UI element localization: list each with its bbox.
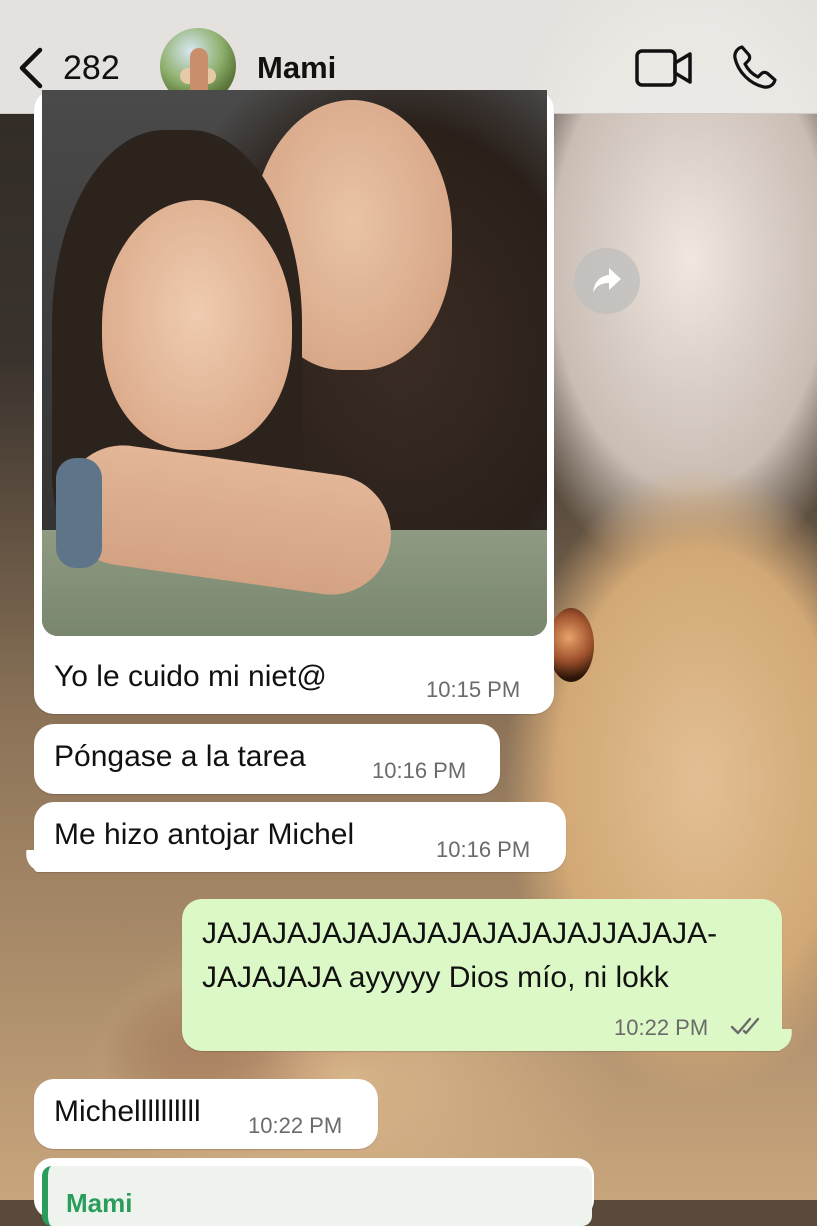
bubble-tail [24,850,46,872]
message-bubble[interactable]: Póngase a la tarea 10:16 PM [34,724,500,794]
message-text: Michellllllllll [54,1095,201,1128]
video-camera-icon [635,49,692,87]
message-caption: Yo le cuido mi niet@ [54,660,327,693]
message-time: 10:22 PM [614,1015,709,1040]
photo-face-girl [102,200,292,450]
forward-arrow-icon [593,268,621,293]
forward-button[interactable] [574,248,640,314]
message-text-line-1: JAJAJAJAJAJAJAJAJAJAJAJJAJAJA- [202,917,718,950]
wallpaper-dog-eye [548,608,594,682]
message-text: Me hizo antojar Michel [54,818,355,851]
message-time: 10:16 PM [436,837,531,862]
unread-count[interactable]: 282 [63,49,120,88]
video-call-button[interactable] [634,46,694,90]
double-check-icon [730,1017,760,1035]
chevron-left-icon [19,47,43,89]
message-photo[interactable] [42,90,547,636]
message-bubble[interactable]: Michellllllllll 10:22 PM [34,1079,378,1149]
phone-icon [733,45,777,89]
message-time: 10:15 PM [426,677,521,702]
reply-message-bubble[interactable]: Mami [34,1158,594,1226]
contact-name[interactable]: Mami [257,50,336,86]
voice-call-button[interactable] [730,42,780,92]
quoted-sender-name: Mami [66,1188,133,1218]
message-time: 10:16 PM [372,758,467,783]
quoted-message[interactable]: Mami [42,1166,592,1226]
outgoing-message-bubble[interactable]: JAJAJAJAJAJAJAJAJAJAJAJJAJAJA- JAJAJAJA … [182,899,782,1051]
message-text-line-2: JAJAJAJA ayyyyy Dios mío, ni lokk [202,961,669,994]
back-button[interactable] [14,44,50,92]
avatar-photo-figure [190,48,208,92]
message-bubble[interactable]: Me hizo antojar Michel 10:16 PM [34,802,566,872]
bubble-tail [772,1029,794,1051]
message-time: 10:22 PM [248,1113,343,1138]
photo-watch-band [56,458,102,568]
image-message[interactable]: Yo le cuido mi niet@ 10:15 PM [34,90,554,714]
message-text: Póngase a la tarea [54,740,306,773]
